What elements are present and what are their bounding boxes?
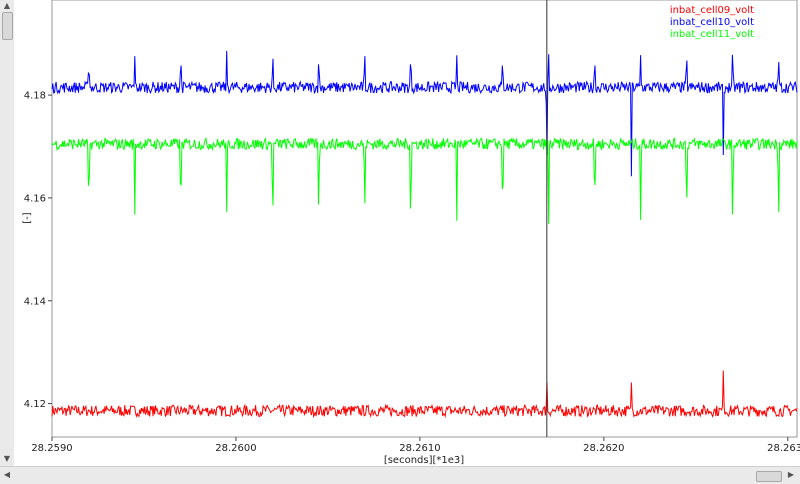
vertical-scrollbar[interactable]: ▲ ▼ bbox=[0, 0, 15, 466]
x-tick-label: 28.2600 bbox=[215, 443, 256, 454]
y-tick-label: 4.16 bbox=[24, 193, 46, 204]
scroll-right-arrow-icon[interactable]: ▶ bbox=[786, 470, 796, 480]
legend-entry: inbat_cell11_volt bbox=[670, 29, 754, 40]
x-tick-label: 28.2590 bbox=[31, 443, 72, 454]
y-axis-label: [-] bbox=[22, 212, 33, 224]
legend-entry: inbat_cell09_volt bbox=[670, 5, 754, 16]
scroll-down-arrow-icon[interactable]: ▼ bbox=[2, 454, 12, 464]
horizontal-scrollbar[interactable]: ◀ ▶ bbox=[0, 466, 800, 484]
legend-entry: inbat_cell10_volt bbox=[670, 17, 754, 28]
plot-area-frame bbox=[51, 0, 798, 438]
scroll-up-arrow-icon[interactable]: ▲ bbox=[2, 1, 12, 11]
x-tick-label: 28.2630 bbox=[767, 443, 800, 454]
plot-window: ▲ ▼ 4.12 4.14 4.16 4.18 28.2590 28.2600 28.26… bbox=[0, 0, 800, 484]
x-tick-label: 28.2610 bbox=[399, 443, 440, 454]
x-axis-label: [seconds][*1e3] bbox=[384, 455, 464, 466]
x-tick-label: 28.2620 bbox=[583, 443, 624, 454]
chart[interactable]: 4.12 4.14 4.16 4.18 28.2590 28.2600 28.2610 28… bbox=[14, 0, 800, 466]
legend: inbat_cell09_voltinbat_cell10_voltinbat_… bbox=[670, 5, 754, 40]
y-tick-label: 4.18 bbox=[24, 91, 46, 102]
horizontal-scroll-thumb[interactable] bbox=[756, 471, 782, 482]
y-tick-label: 4.14 bbox=[24, 296, 46, 307]
y-tick-label: 4.12 bbox=[24, 399, 46, 410]
scroll-left-arrow-icon[interactable]: ◀ bbox=[2, 470, 12, 480]
vertical-scroll-thumb[interactable] bbox=[2, 12, 13, 40]
